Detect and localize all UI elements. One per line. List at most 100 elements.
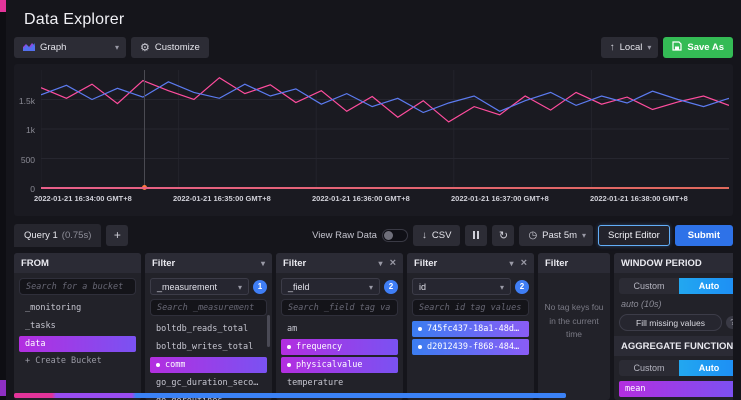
chevron-down-icon xyxy=(500,282,504,292)
graph-icon xyxy=(23,41,35,54)
tag-key-label: _field xyxy=(288,282,310,292)
arrow-up-icon xyxy=(610,42,615,53)
y-tick-label: 1.5k xyxy=(11,96,35,106)
selected-count-badge: 2 xyxy=(515,280,529,294)
csv-download-button[interactable]: CSV xyxy=(413,225,461,246)
aggregate-custom-option[interactable]: Custom xyxy=(619,360,679,376)
query-tab[interactable]: Query 1 (0.75s) xyxy=(14,224,101,247)
x-axis-labels: 2022-01-21 16:34:00 GMT+8 2022-01-21 16:… xyxy=(34,194,729,203)
tag-value-item[interactable]: 745fc437-18a1-48d7-98a6-7… xyxy=(412,321,529,337)
tag-value-item[interactable]: am xyxy=(281,321,398,337)
tag-value-item[interactable]: boltdb_writes_total xyxy=(150,339,267,355)
bucket-list-item[interactable]: data xyxy=(19,336,136,352)
filter-panel-header: Filter xyxy=(145,253,272,273)
selected-dot xyxy=(287,345,291,349)
csv-label: CSV xyxy=(432,230,452,241)
gear-icon xyxy=(140,41,150,54)
tag-value-item[interactable]: physicalvalue xyxy=(281,357,398,373)
query-builder: FROM _monitoring _tasks xyxy=(14,253,733,400)
selected-dot xyxy=(418,327,422,331)
tag-value-item[interactable]: d2012439-f868-4842-bfef-8… xyxy=(412,339,529,355)
x-axis-line xyxy=(41,187,729,189)
add-query-button[interactable] xyxy=(106,225,128,246)
empty-filter-panel: Filter No tag keys fou in the current ti… xyxy=(538,253,610,400)
filter-panel-field: Filter _field 2 xyxy=(276,253,403,400)
window-custom-option[interactable]: Custom xyxy=(619,278,679,294)
script-editor-button[interactable]: Script Editor xyxy=(598,225,670,246)
filter-panel-title: Filter xyxy=(283,258,306,269)
aggregate-function-title: AGGREGATE FUNCTION xyxy=(621,341,733,352)
tag-key-dropdown[interactable]: _measurement xyxy=(150,278,249,295)
view-raw-data-toggle[interactable] xyxy=(382,229,408,242)
tag-value-item[interactable]: boltdb_reads_total xyxy=(150,321,267,337)
aggregate-function-item[interactable]: mean xyxy=(619,381,733,397)
toggle-knob xyxy=(384,231,393,240)
empty-filter-message: No tag keys fou in the current time xyxy=(538,273,610,370)
filter-panel-header: Filter xyxy=(538,253,610,273)
local-dropdown[interactable]: Local xyxy=(601,37,659,58)
tag-key-dropdown[interactable]: id xyxy=(412,278,511,295)
plot-area[interactable] xyxy=(41,70,729,188)
tag-value-search-input[interactable] xyxy=(150,299,267,316)
bucket-search-input[interactable] xyxy=(19,278,136,295)
pause-button[interactable] xyxy=(465,225,487,246)
close-icon[interactable] xyxy=(521,257,527,269)
scrollbar[interactable] xyxy=(267,315,270,347)
tag-value-item[interactable]: frequency xyxy=(281,339,398,355)
chevron-down-icon[interactable] xyxy=(261,258,265,269)
customize-button[interactable]: Customize xyxy=(131,37,209,58)
tag-value-search-input[interactable] xyxy=(412,299,529,316)
save-icon xyxy=(672,41,682,54)
script-editor-label: Script Editor xyxy=(608,230,660,241)
bucket-list: _monitoring _tasks data xyxy=(19,299,136,353)
refresh-button[interactable] xyxy=(492,225,514,246)
crosshair-line xyxy=(144,70,145,188)
bucket-list-item[interactable]: _tasks xyxy=(19,318,136,334)
filter-panel-header: Filter xyxy=(407,253,534,273)
time-range-dropdown[interactable]: Past 5m xyxy=(519,225,593,246)
horizontal-scrollbar[interactable] xyxy=(14,393,566,398)
from-panel-title: FROM xyxy=(21,258,49,269)
aggregate-toggle: Custom Auto xyxy=(619,360,733,376)
tag-value-item[interactable]: comm xyxy=(150,357,267,373)
submit-button[interactable]: Submit xyxy=(675,225,733,246)
chevron-down-icon xyxy=(647,42,651,53)
view-type-label: Graph xyxy=(40,42,66,53)
tag-key-dropdown[interactable]: _field xyxy=(281,278,380,295)
window-auto-option[interactable]: Auto xyxy=(679,278,733,294)
tag-key-label: _measurement xyxy=(157,282,217,292)
x-tick-label: 2022-01-21 16:36:00 GMT+8 xyxy=(312,194,451,203)
tag-key-label: id xyxy=(419,282,426,292)
chevron-down-icon[interactable] xyxy=(379,258,383,269)
aggregate-function-list: mean median last xyxy=(619,380,733,400)
chevron-down-icon[interactable] xyxy=(510,258,514,269)
filter-panel-title: Filter xyxy=(414,258,437,269)
close-icon[interactable] xyxy=(390,257,396,269)
window-period-title: WINDOW PERIOD xyxy=(621,258,702,269)
clock-icon xyxy=(528,230,537,241)
save-as-button[interactable]: Save As xyxy=(663,37,733,58)
aggregate-auto-option[interactable]: Auto xyxy=(679,360,733,376)
window-auto-value: auto (10s) xyxy=(619,298,733,314)
selected-dot xyxy=(287,363,291,367)
tag-value-search-input[interactable] xyxy=(281,299,398,316)
chevron-down-icon xyxy=(582,230,586,241)
selected-count-badge: 1 xyxy=(253,280,267,294)
create-bucket-button[interactable]: + Create Bucket xyxy=(19,353,136,369)
window-period-toggle: Custom Auto xyxy=(619,278,733,294)
window-period-header: WINDOW PERIOD xyxy=(614,253,733,273)
chart-panel: 1.5k1k5000 2022-01-21 16:34:00 GMT+8 202… xyxy=(14,64,733,216)
y-tick-label: 0 xyxy=(11,184,35,194)
y-tick-label: 500 xyxy=(11,155,35,165)
window-period-sidebar: WINDOW PERIOD Custom Auto auto (10s) Fil… xyxy=(614,253,733,400)
help-icon[interactable]: ? xyxy=(726,316,733,329)
download-icon xyxy=(422,230,427,241)
view-type-dropdown[interactable]: Graph xyxy=(14,37,126,58)
local-label: Local xyxy=(620,42,643,53)
chevron-down-icon xyxy=(369,282,373,292)
tag-value-item[interactable]: go_gc_duration_seconds xyxy=(150,375,267,391)
customize-label: Customize xyxy=(155,42,200,53)
fill-missing-values-toggle[interactable]: Fill missing values xyxy=(619,314,722,331)
tag-value-item[interactable]: temperature xyxy=(281,375,398,391)
bucket-list-item[interactable]: _monitoring xyxy=(19,300,136,316)
